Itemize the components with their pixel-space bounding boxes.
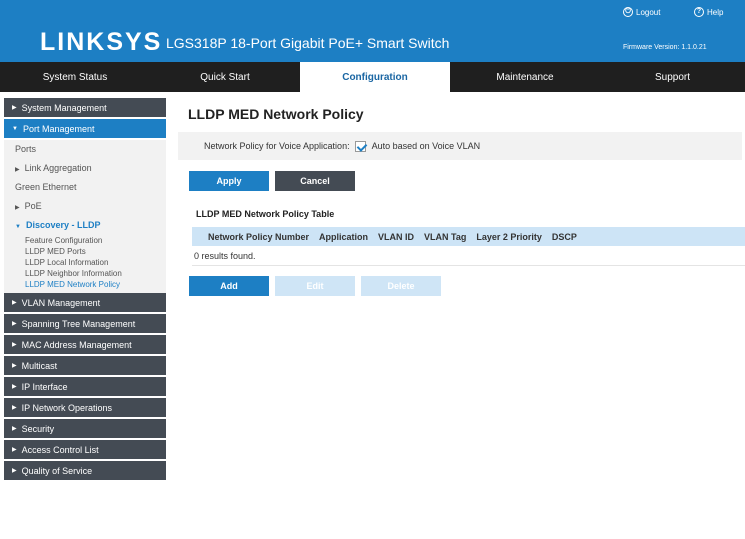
chevron-right-icon: ▶ [12,342,17,348]
chevron-right-icon: ▶ [12,105,17,111]
sidebar-access-control-list[interactable]: ▶ Access Control List [4,440,166,461]
sidebar-item-lldp-local-information[interactable]: LLDP Local Information [4,257,166,268]
sidebar-label: Discovery - LLDP [25,220,101,230]
sidebar-item-poe[interactable]: ▶ PoE [4,197,166,216]
table-title: LLDP MED Network Policy Table [196,209,335,219]
chevron-right-icon: ▶ [12,426,17,432]
power-icon: ⏻ [623,7,633,17]
sidebar-label: PoE [24,201,42,211]
logout-label: Logout [636,7,661,17]
chevron-right-icon: ▶ [12,447,17,453]
edit-button[interactable]: Edit [275,276,355,296]
sidebar-label: MAC Address Management [21,339,132,350]
tab-configuration[interactable]: Configuration [300,62,450,92]
sidebar-label: Port Management [22,123,95,134]
auto-voice-vlan-checkbox[interactable] [354,140,366,152]
sidebar-label: Security [21,423,55,434]
tab-maintenance[interactable]: Maintenance [450,62,600,92]
voice-policy-row: Network Policy for Voice Application: Au… [178,132,742,160]
product-name: LGS318P 18-Port Gigabit PoE+ Smart Switc… [166,35,450,51]
sidebar-vlan-management[interactable]: ▶ VLAN Management [4,293,166,314]
page-title: LLDP MED Network Policy [188,106,364,122]
sidebar-label: IP Network Operations [21,402,112,413]
main-content: LLDP MED Network Policy Network Policy f… [178,98,745,296]
help-link[interactable]: ? Help [694,7,723,17]
apply-button[interactable]: Apply [189,171,269,191]
logout-link[interactable]: ⏻ Logout [623,7,660,17]
chevron-right-icon: ▶ [12,363,17,369]
sidebar-spanning-tree-management[interactable]: ▶ Spanning Tree Management [4,314,166,335]
firmware-version: Firmware Version: 1.1.0.21 [623,44,707,51]
chevron-right-icon: ▶ [15,167,20,173]
help-icon: ? [694,7,704,17]
sidebar-label: IP Interface [21,381,68,392]
column-vlan-id: VLAN ID [378,231,415,242]
voice-policy-label: Network Policy for Voice Application: [204,141,350,151]
tab-system-status[interactable]: System Status [0,62,150,92]
sidebar-item-lldp-neighbor-information[interactable]: LLDP Neighbor Information [4,268,166,279]
sidebar-system-management[interactable]: ▶ System Management [4,98,166,119]
sidebar-label: Quality of Service [21,465,93,476]
main-nav: System Status Quick Start Configuration … [0,62,745,92]
sidebar-item-feature-configuration[interactable]: Feature Configuration [4,235,166,246]
column-layer-2-priority: Layer 2 Priority [476,231,542,242]
sidebar-item-discovery-lldp[interactable]: ▼ Discovery - LLDP [4,216,166,235]
sidebar-label: Multicast [21,360,58,371]
delete-button[interactable]: Delete [361,276,441,296]
chevron-right-icon: ▶ [12,321,17,327]
add-button[interactable]: Add [189,276,269,296]
sidebar-port-management[interactable]: ▼ Port Management [4,119,166,140]
linksys-logo: LINKSYS [40,28,163,56]
column-application: Application [319,231,369,242]
port-management-submenu: Ports ▶ Link Aggregation Green Ethernet ▶… [4,140,166,293]
column-network-policy-number: Network Policy Number [208,231,310,242]
sidebar-ip-interface[interactable]: ▶ IP Interface [4,377,166,398]
chevron-right-icon: ▶ [12,300,17,306]
sidebar-item-link-aggregation[interactable]: ▶ Link Aggregation [4,159,166,178]
sidebar-label: Access Control List [21,444,99,455]
sidebar-item-lldp-med-ports[interactable]: LLDP MED Ports [4,246,166,257]
tab-quick-start[interactable]: Quick Start [150,62,300,92]
cancel-button[interactable]: Cancel [275,171,355,191]
results-row: 0 results found. [192,246,745,266]
sidebar-security[interactable]: ▶ Security [4,419,166,440]
column-dscp: DSCP [551,231,577,242]
sidebar-label: Link Aggregation [24,163,92,173]
column-vlan-tag: VLAN Tag [424,231,467,242]
sidebar-label: Spanning Tree Management [21,318,136,329]
chevron-right-icon: ▶ [12,468,17,474]
table-header: Network Policy Number Application VLAN I… [192,227,745,246]
sidebar-label: System Management [21,102,107,113]
sidebar-multicast[interactable]: ▶ Multicast [4,356,166,377]
chevron-right-icon: ▶ [15,205,20,211]
chevron-down-icon: ▼ [12,125,18,132]
header-bar: LINKSYS LGS318P 18-Port Gigabit PoE+ Sma… [0,0,745,62]
sidebar-item-green-ethernet[interactable]: Green Ethernet [4,178,166,197]
chevron-right-icon: ▶ [12,384,17,390]
sidebar-item-lldp-med-network-policy[interactable]: LLDP MED Network Policy [4,279,166,293]
chevron-right-icon: ▶ [12,405,17,411]
sidebar-mac-address-management[interactable]: ▶ MAC Address Management [4,335,166,356]
sidebar-ip-network-operations[interactable]: ▶ IP Network Operations [4,398,166,419]
help-label: Help [707,7,724,17]
sidebar-label: VLAN Management [21,297,101,308]
sidebar-quality-of-service[interactable]: ▶ Quality of Service [4,461,166,482]
sidebar: ▶ System Management ▼ Port Management Po… [4,98,166,539]
sidebar-item-ports[interactable]: Ports [4,140,166,159]
results-count: 0 results found. [194,250,256,261]
tab-support[interactable]: Support [600,62,745,92]
auto-voice-vlan-label: Auto based on Voice VLAN [371,141,481,151]
chevron-down-icon: ▼ [15,224,21,230]
